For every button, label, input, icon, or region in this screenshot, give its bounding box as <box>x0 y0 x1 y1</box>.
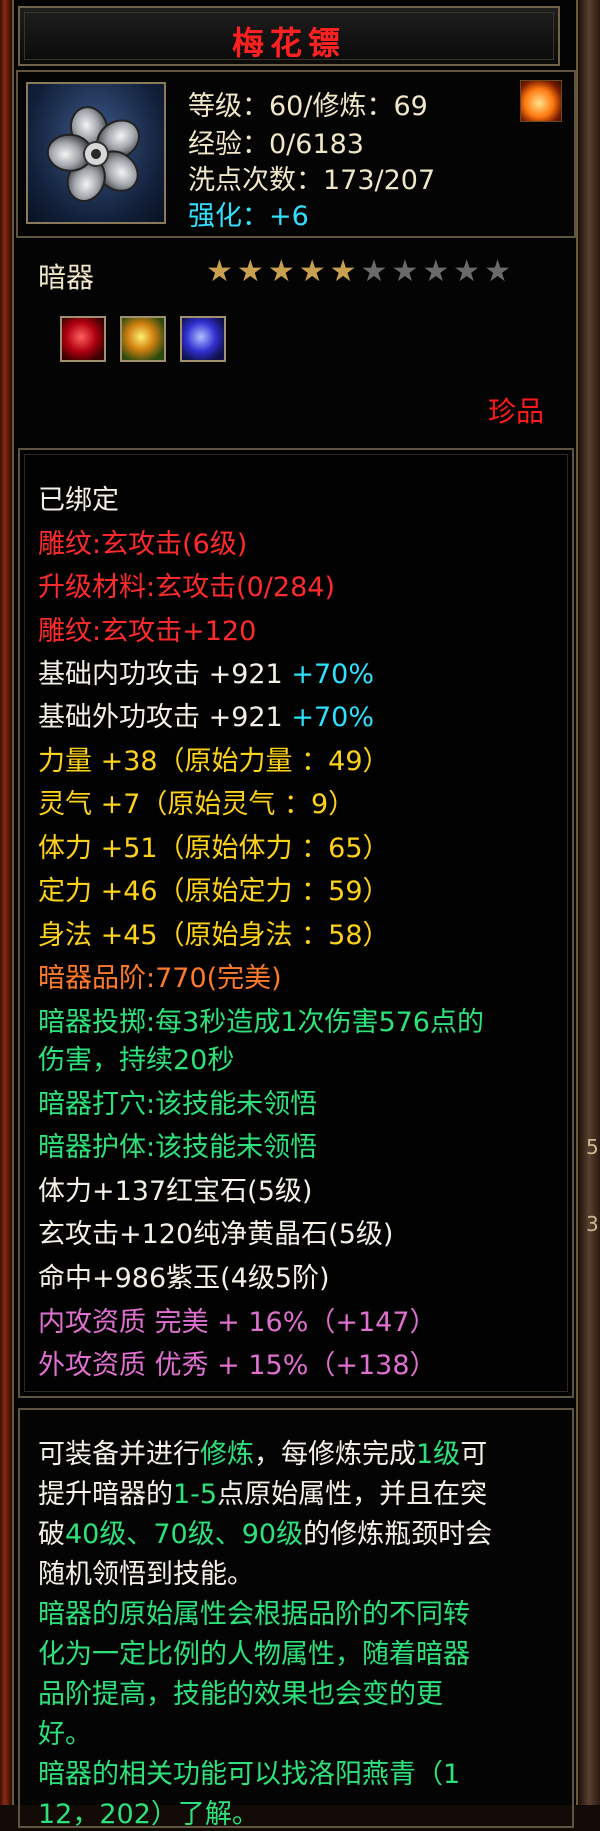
side-fragment-a: 50 <box>586 1135 600 1159</box>
acupoint-skill: 暗器打穴:该技能未领悟 <box>38 1089 318 1120</box>
star-filled-icon: ★ <box>267 254 299 289</box>
star-filled-icon: ★ <box>236 254 268 289</box>
purple-gem-icon[interactable] <box>180 316 226 362</box>
external-quality: 外攻资质 优秀 + 15%（+138） <box>38 1350 437 1381</box>
star-empty-icon: ★ <box>422 254 454 289</box>
star-rating: ★★★★★★★★★★ <box>206 254 515 289</box>
desc-line-8: 好。 <box>38 1719 92 1750</box>
desc-line-9: 暗器的相关功能可以找洛阳燕青（1 <box>38 1759 461 1790</box>
star-filled-icon: ★ <box>329 254 361 289</box>
desc-text: 可 <box>460 1439 488 1470</box>
desc-text: 破 <box>38 1519 65 1550</box>
right-border: 50 38 <box>578 0 600 1805</box>
throw-skill-line2: 伤害，持续20秒 <box>38 1045 235 1076</box>
gem-stamina-bonus: 体力+137红宝石(5级) <box>38 1176 313 1207</box>
star-empty-icon: ★ <box>391 254 423 289</box>
base-external-attack: 基础外功攻击 +921 +70% <box>38 695 374 734</box>
desc-line-5: 暗器的原始属性会根据品阶的不同转 <box>38 1599 470 1630</box>
star-empty-icon: ★ <box>453 254 485 289</box>
desc-text: 提升暗器的 <box>38 1479 173 1510</box>
protect-skill: 暗器护体:该技能未领悟 <box>38 1132 318 1163</box>
base-external-pct: +70% <box>291 702 374 733</box>
level-line: 等级：60/修炼：69 <box>188 91 428 122</box>
desc-line-2: 提升暗器的1-5点原始属性，并且在突 <box>38 1472 487 1511</box>
desc-highlight: 1级 <box>416 1439 461 1470</box>
strength-stat: 力量 +38（原始力量 ：49） <box>38 746 390 777</box>
desc-text: 可装备并进行 <box>38 1439 200 1470</box>
side-fragment-b: 38 <box>586 1212 600 1236</box>
stamina-stat: 体力 +51（原始体力 ：65） <box>38 833 390 864</box>
desc-text: ，每修炼完成 <box>254 1439 416 1470</box>
throw-skill-line1: 暗器投掷:每3秒造成1次伤害576点的 <box>38 1007 484 1038</box>
item-icon <box>26 82 166 224</box>
red-gem-icon[interactable] <box>60 316 106 362</box>
gem-attack-bonus: 玄攻击+120纯净黄晶石(5级) <box>38 1219 394 1250</box>
desc-line-10: 12，202）了解。 <box>38 1799 259 1830</box>
carve-bonus: 雕纹:玄攻击+120 <box>38 616 257 647</box>
base-internal-pct: +70% <box>291 659 374 690</box>
focus-stat: 定力 +46（原始定力 ：59） <box>38 876 390 907</box>
wash-count-line: 洗点次数：173/207 <box>188 165 436 196</box>
star-filled-icon: ★ <box>298 254 330 289</box>
enhance-line: 强化：+6 <box>188 201 309 232</box>
internal-quality: 内攻资质 完美 + 16%（+147） <box>38 1307 437 1338</box>
base-internal-attack: 基础内功攻击 +921 +70% <box>38 652 374 691</box>
star-empty-icon: ★ <box>360 254 392 289</box>
desc-line-3: 破40级、70级、90级的修炼瓶颈时会 <box>38 1512 492 1551</box>
desc-highlight: 修炼 <box>200 1439 254 1470</box>
base-external-attack-value: 基础外功攻击 +921 <box>38 702 283 733</box>
yellow-gem-icon[interactable] <box>120 316 166 362</box>
fire-icon[interactable] <box>520 80 562 122</box>
carve-level: 雕纹:玄攻击(6级) <box>38 529 248 560</box>
spirit-stat: 灵气 +7（原始灵气 ：9） <box>38 789 356 820</box>
desc-text: 点原始属性，并且在突 <box>217 1479 488 1510</box>
exp-line: 经验：0/6183 <box>188 129 364 160</box>
plum-dart-icon <box>46 106 140 202</box>
bound-status: 已绑定 <box>38 485 119 516</box>
agility-stat: 身法 +45（原始身法 ：58） <box>38 920 390 951</box>
left-border <box>0 0 12 1805</box>
desc-line-7: 品阶提高，技能的效果也会变的更 <box>38 1679 443 1710</box>
title-bar: 梅花镖 <box>18 6 560 66</box>
item-type: 暗器 <box>38 261 95 294</box>
item-name: 梅花镖 <box>231 24 346 62</box>
desc-highlight: 40级、70级、90级 <box>65 1519 304 1550</box>
rarity-label: 珍品 <box>487 395 544 428</box>
desc-highlight: 1-5 <box>173 1479 218 1510</box>
desc-line-1: 可装备并进行修炼，每修炼完成1级可 <box>38 1432 487 1471</box>
desc-line-6: 化为一定比例的人物属性，随着暗器 <box>38 1639 470 1670</box>
gem-hit-bonus: 命中+986紫玉(4级5阶) <box>38 1263 330 1294</box>
desc-text: 的修炼瓶颈时会 <box>303 1519 493 1550</box>
weapon-grade: 暗器品阶:770(完美) <box>38 963 282 994</box>
base-internal-attack-value: 基础内功攻击 +921 <box>38 659 283 690</box>
upgrade-material: 升级材料:玄攻击(0/284) <box>38 572 335 603</box>
star-empty-icon: ★ <box>484 254 516 289</box>
star-filled-icon: ★ <box>206 254 237 289</box>
desc-line-4: 随机领悟到技能。 <box>38 1559 254 1590</box>
